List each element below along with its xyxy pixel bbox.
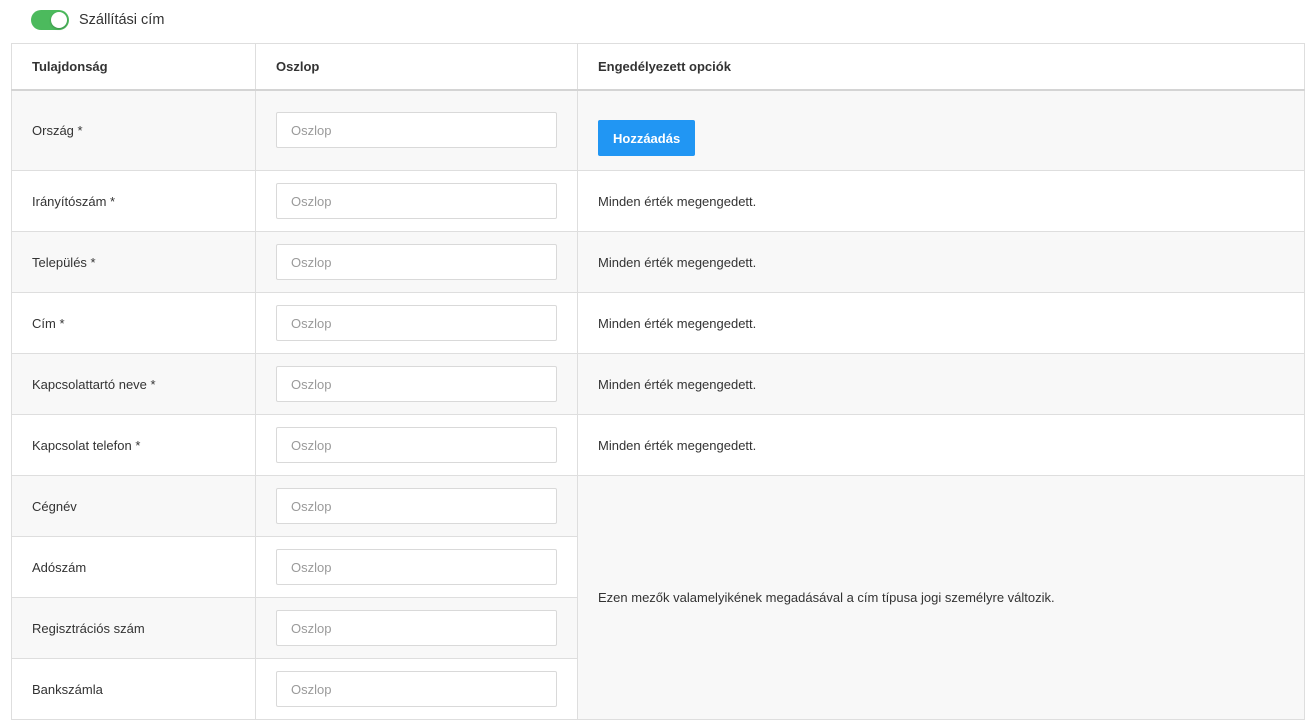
column-input-address[interactable] [276,305,557,341]
shipping-address-label: Szállítási cím [79,12,165,28]
table-row-country: Ország * Hozzáadás [11,89,1305,171]
column-input-city[interactable] [276,244,557,280]
property-label-tax-number: Adószám [32,559,87,575]
column-input-postal-code[interactable] [276,183,557,219]
column-input-country[interactable] [276,112,557,149]
toggle-knob [51,12,67,28]
column-input-contact-name[interactable] [276,366,557,402]
property-mapping-table: Tulajdonság Oszlop Engedélyezett opciók … [11,43,1305,720]
options-text-company-note: Ezen mezők valamelyikének megadásával a … [598,590,1055,605]
header-property: Tulajdonság [11,43,256,91]
column-input-tax-number[interactable] [276,549,557,585]
options-text-address: Minden érték megengedett. [598,315,757,331]
options-text-city: Minden érték megengedett. [598,254,757,270]
property-label-address: Cím * [32,315,65,331]
property-label-postal-code: Irányítószám * [32,193,116,209]
property-label-country: Ország * [32,122,83,138]
table-row-postal-code: Irányítószám * Minden érték megengedett. [11,170,1305,232]
column-input-contact-phone[interactable] [276,427,557,463]
column-input-company-name[interactable] [276,488,557,524]
column-input-bank-account[interactable] [276,671,557,707]
header-column: Oszlop [255,43,578,91]
table-header-row: Tulajdonság Oszlop Engedélyezett opciók [11,43,1305,91]
property-label-registration-number: Regisztrációs szám [32,620,145,636]
table-row-contact-phone: Kapcsolat telefon * Minden érték megenge… [11,414,1305,476]
add-option-button[interactable]: Hozzáadás [598,120,696,157]
options-text-contact-phone: Minden érték megengedett. [598,437,757,453]
shipping-address-toggle[interactable] [31,10,69,30]
property-label-city: Település * [32,254,96,270]
options-text-postal-code: Minden érték megengedett. [598,193,757,209]
property-label-contact-phone: Kapcsolat telefon * [32,437,141,453]
table-row-contact-name: Kapcsolattartó neve * Minden érték megen… [11,353,1305,415]
property-label-company-name: Cégnév [32,498,77,514]
table-row-city: Település * Minden érték megengedett. [11,231,1305,293]
options-text-contact-name: Minden érték megengedett. [598,376,757,392]
shipping-address-toggle-row: Szállítási cím [31,9,164,31]
table-row-company-name: Cégnév Ezen mezők valamelyikének megadás… [11,475,1305,720]
table-row-address: Cím * Minden érték megengedett. [11,292,1305,354]
column-input-registration-number[interactable] [276,610,557,646]
header-allowed-options: Engedélyezett opciók [577,43,1305,91]
property-label-contact-name: Kapcsolattartó neve * [32,376,156,392]
property-label-bank-account: Bankszámla [32,681,103,697]
